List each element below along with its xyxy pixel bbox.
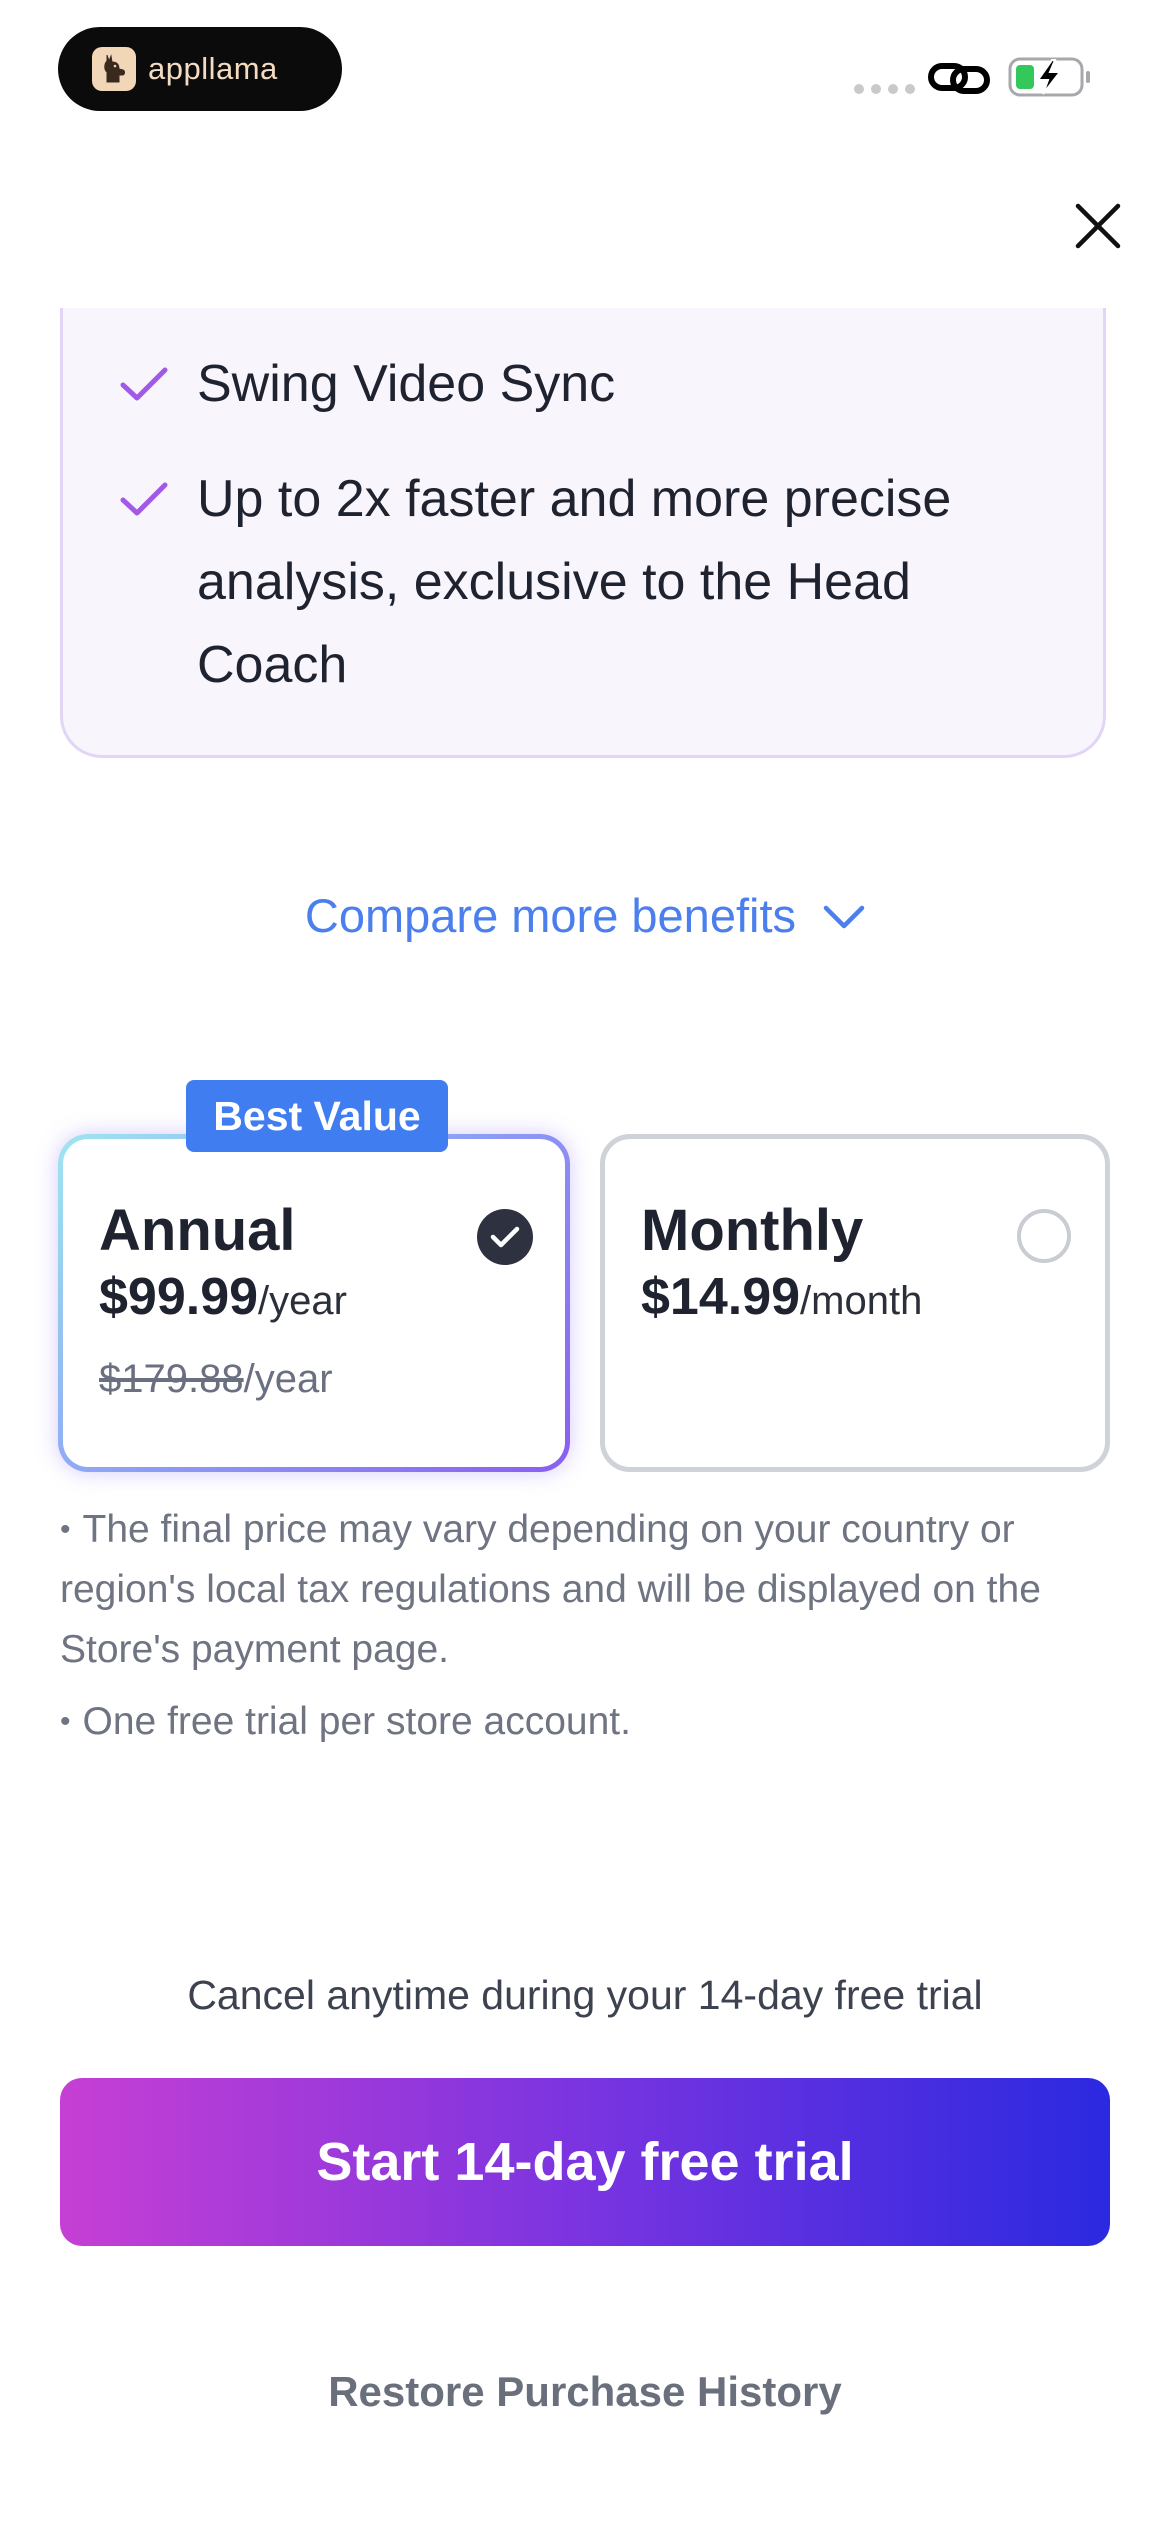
pricing-notes: • The final price may vary depending on y…: [60, 1500, 1110, 1764]
plan-price-amount: $14.99: [641, 1268, 801, 1326]
note-text: The final price may vary depending on yo…: [60, 1508, 1041, 1671]
start-trial-button[interactable]: Start 14-day free trial: [60, 2078, 1110, 2246]
plan-price: $14.99/month: [641, 1267, 922, 1327]
signal-strength-icon: [854, 84, 915, 94]
app-name-label: appllama: [148, 51, 278, 86]
selected-check-icon: [477, 1209, 533, 1265]
note-item: • One free trial per store account.: [60, 1692, 1110, 1752]
checkmark-icon: [120, 482, 168, 516]
plan-price-unit: /month: [800, 1279, 923, 1323]
status-bar: appllama: [0, 0, 1170, 150]
plan-price-amount: $99.99: [99, 1268, 259, 1326]
link-icon: [928, 63, 990, 94]
plan-price: $99.99/year: [99, 1267, 347, 1327]
plan-option-annual[interactable]: Annual $99.99/year $179.88/year: [58, 1134, 570, 1472]
chevron-down-icon: [823, 905, 865, 928]
app-indicator-pill[interactable]: appllama: [58, 27, 342, 111]
restore-purchase-link[interactable]: Restore Purchase History: [0, 2368, 1170, 2416]
battery-charging-icon: [1008, 57, 1090, 97]
plan-name: Annual: [99, 1198, 296, 1263]
paywall-header: [0, 150, 1170, 308]
note-item: • The final price may vary depending on y…: [60, 1500, 1110, 1680]
plan-name: Monthly: [641, 1198, 864, 1263]
llama-logo-icon: [92, 47, 136, 91]
benefits-card: Swing Video Sync Up to 2x faster and mor…: [60, 240, 1106, 758]
plan-option-monthly[interactable]: Monthly $14.99/month: [600, 1134, 1110, 1472]
plan-original-price: $179.88/year: [99, 1357, 333, 1402]
plan-original-price-unit: /year: [243, 1357, 333, 1401]
radio-unselected-icon: [1017, 1209, 1071, 1263]
bullet-icon: •: [60, 1705, 71, 1738]
plan-price-unit: /year: [258, 1279, 347, 1323]
plan-original-price-amount: $179.88: [99, 1357, 244, 1401]
best-value-badge: Best Value: [186, 1080, 448, 1152]
close-button[interactable]: [1066, 194, 1130, 258]
checkmark-icon: [120, 367, 168, 401]
benefit-label: Up to 2x faster and more precise analysi…: [197, 470, 952, 694]
bullet-icon: •: [60, 1513, 71, 1546]
compare-benefits-label: Compare more benefits: [304, 889, 797, 942]
cancel-anytime-text: Cancel anytime during your 14-day free t…: [187, 1972, 983, 2018]
benefit-label: Swing Video Sync: [197, 355, 616, 413]
compare-benefits-link[interactable]: Compare more benefits: [0, 888, 1170, 943]
close-icon: [1075, 203, 1121, 249]
note-text: One free trial per store account.: [82, 1700, 631, 1743]
